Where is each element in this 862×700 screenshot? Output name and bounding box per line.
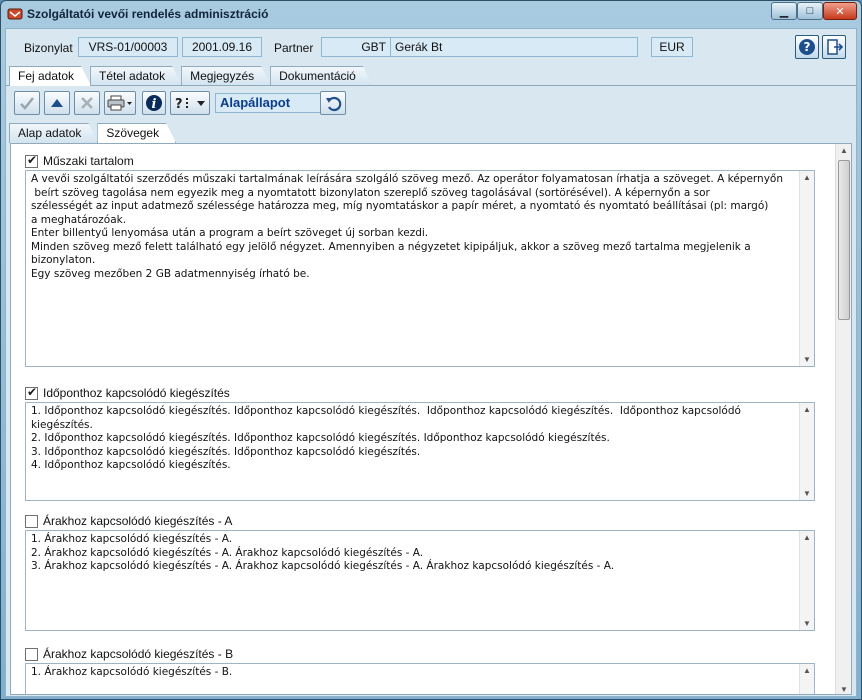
price-supplement-b-textarea[interactable]: 1. Árakhoz kapcsolódó kiegészítés - B. ▲ [25, 663, 815, 694]
time-supplement-checkbox[interactable] [25, 385, 38, 400]
document-number-field[interactable]: VRS-01/00003 [78, 37, 178, 57]
x-icon [81, 97, 93, 109]
tab-header-data[interactable]: Fej adatok [9, 66, 91, 86]
minimize-icon: ▁ [779, 5, 789, 18]
app-logo-icon [7, 8, 23, 20]
help-icon: ? [799, 39, 815, 55]
app-window: Szolgáltatói vevői rendelés adminisztrác… [0, 0, 862, 700]
title-bar[interactable]: Szolgáltatói vevői rendelés adminisztrác… [1, 1, 861, 27]
sub-tabs: Alap adatok Szövegek [9, 123, 175, 143]
svg-text:i: i [152, 97, 157, 112]
partner-label: Partner [274, 41, 314, 55]
scroll-down-icon[interactable]: ▼ [803, 619, 811, 628]
document-label: Bizonylat [24, 41, 73, 55]
partner-name-field[interactable]: Gerák Bt [390, 37, 638, 57]
panel-scroll-up-icon[interactable]: ▲ [840, 146, 848, 155]
texts-panel: Műszaki tartalom A vevői szolgáltatói sz… [10, 143, 852, 695]
undo-icon [326, 96, 342, 112]
technical-content-label: Műszaki tartalom [43, 154, 134, 168]
price-supplement-a-text: 1. Árakhoz kapcsolódó kiegészítés - A. 2… [31, 533, 615, 572]
partner-code-field[interactable]: GBT [321, 37, 391, 57]
exit-button[interactable] [822, 35, 846, 59]
arrow-up-icon [51, 99, 63, 107]
close-icon: ✕ [835, 5, 845, 18]
help-button[interactable]: ? [795, 35, 819, 59]
print-button[interactable] [104, 91, 136, 115]
state-indicator: Alapállapot [215, 93, 335, 113]
window-title: Szolgáltatói vevői rendelés adminisztrác… [27, 7, 269, 21]
main-tabs: Fej adatok Tétel adatok Megjegyzés Dokum… [9, 66, 372, 86]
scroll-up-icon[interactable]: ▲ [803, 533, 811, 542]
time-supplement-textarea[interactable]: 1. Időponthoz kapcsolódó kiegészítés. Id… [25, 402, 815, 501]
scroll-down-icon[interactable]: ▼ [803, 355, 811, 364]
price-supplement-b-scrollbar[interactable]: ▲ [799, 664, 814, 694]
close-button[interactable]: ✕ [823, 2, 857, 20]
tab-item-data[interactable]: Tétel adatok [90, 66, 182, 86]
time-supplement-scrollbar[interactable]: ▲ ▼ [799, 403, 814, 500]
technical-content-scrollbar[interactable]: ▲ ▼ [799, 171, 814, 366]
ok-button[interactable] [14, 91, 40, 115]
panel-scrollbar[interactable]: ▲ ▼ [835, 144, 851, 694]
svg-text:?: ? [804, 40, 811, 54]
up-button[interactable] [44, 91, 70, 115]
maximize-icon: □ [806, 5, 814, 17]
exit-door-icon [827, 39, 843, 55]
price-supplement-a-scrollbar[interactable]: ▲ ▼ [799, 531, 814, 630]
delete-button[interactable] [74, 91, 100, 115]
help-menu-button[interactable]: ? [170, 91, 210, 115]
tab-note[interactable]: Megjegyzés [181, 66, 271, 86]
time-supplement-text: 1. Időponthoz kapcsolódó kiegészítés. Id… [31, 405, 741, 471]
scroll-up-icon[interactable]: ▲ [803, 173, 811, 182]
tab-basic-data[interactable]: Alap adatok [9, 123, 98, 143]
section-price-supplement-a: Árakhoz kapcsolódó kiegészítés - A [25, 513, 232, 529]
scroll-up-icon[interactable]: ▲ [803, 405, 811, 414]
info-button[interactable]: i [142, 91, 166, 115]
client-area: Bizonylat VRS-01/00003 2001.09.16 Partne… [5, 28, 857, 697]
tab-texts[interactable]: Szövegek [97, 123, 176, 143]
price-supplement-b-text: 1. Árakhoz kapcsolódó kiegészítés - B. [31, 666, 233, 678]
technical-content-textarea[interactable]: A vevői szolgáltatói szerződés műszaki t… [25, 170, 815, 367]
price-supplement-b-label: Árakhoz kapcsolódó kiegészítés - B [43, 647, 234, 661]
panel-scroll-down-icon[interactable]: ▼ [840, 685, 848, 694]
technical-content-text: A vevői szolgáltatói szerződés műszaki t… [31, 173, 783, 280]
technical-content-checkbox[interactable] [25, 153, 38, 168]
scroll-down-icon[interactable]: ▼ [803, 489, 811, 498]
time-supplement-label: Időponthoz kapcsolódó kiegészítés [43, 386, 230, 400]
main-tabs-divider [6, 85, 856, 86]
section-technical-content: Műszaki tartalom [25, 153, 134, 169]
section-time-supplement: Időponthoz kapcsolódó kiegészítés [25, 385, 230, 401]
panel-scroll-thumb[interactable] [838, 160, 850, 320]
tab-documentation[interactable]: Dokumentáció [270, 66, 373, 86]
currency-field[interactable]: EUR [651, 37, 693, 57]
minimize-button[interactable]: ▁ [771, 2, 797, 20]
price-supplement-a-textarea[interactable]: 1. Árakhoz kapcsolódó kiegészítés - A. 2… [25, 530, 815, 631]
printer-icon [107, 95, 132, 111]
section-price-supplement-b: Árakhoz kapcsolódó kiegészítés - B [25, 646, 233, 662]
question-menu-icon: ? [175, 97, 205, 111]
maximize-button[interactable]: □ [797, 2, 823, 20]
scroll-up-icon[interactable]: ▲ [803, 666, 811, 675]
price-supplement-a-checkbox[interactable] [25, 514, 38, 528]
check-icon [20, 97, 34, 110]
info-icon: i [146, 95, 162, 112]
document-date-field[interactable]: 2001.09.16 [182, 37, 262, 57]
price-supplement-a-label: Árakhoz kapcsolódó kiegészítés - A [43, 514, 233, 528]
undo-button[interactable] [320, 91, 346, 115]
price-supplement-b-checkbox[interactable] [25, 647, 38, 661]
svg-text:?: ? [175, 97, 183, 111]
